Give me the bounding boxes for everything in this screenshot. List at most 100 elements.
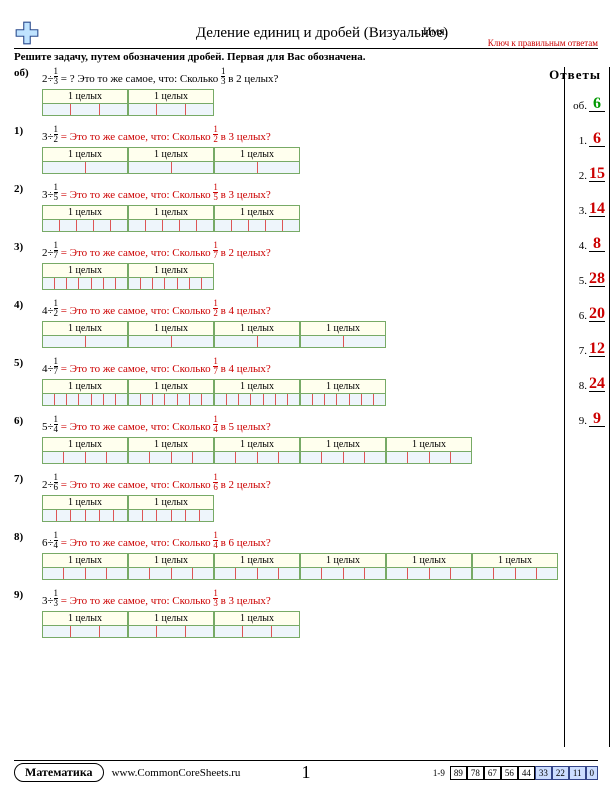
score-strip: 1-9 89786756443322110 (433, 768, 598, 778)
whole-label: 1 целых (215, 206, 299, 220)
answer-row: 6.20 (569, 303, 605, 322)
whole-bar: 1 целых (42, 89, 128, 116)
problem-text: 5÷14 = Это то же самое, что: Сколько 14 … (42, 415, 271, 434)
whole-label: 1 целых (129, 554, 213, 568)
answer-index: 4. (569, 240, 589, 252)
answer-row: 1.6 (569, 128, 605, 147)
whole-label: 1 целых (387, 438, 471, 452)
whole-bar: 1 целых (386, 553, 472, 580)
problem-number: 3) (14, 241, 36, 253)
fraction-segments (215, 220, 299, 231)
problem-text: 3÷13 = Это то же самое, что: Сколько 13 … (42, 589, 271, 608)
answer-row: 4.8 (569, 233, 605, 252)
whole-label: 1 целых (43, 554, 127, 568)
problem-text: 2÷17 = Это то же самое, что: Сколько 17 … (42, 241, 271, 260)
fraction-segments (473, 568, 557, 579)
whole-label: 1 целых (129, 496, 213, 510)
whole-bar: 1 целых (300, 321, 386, 348)
problem: 8)6÷14 = Это то же самое, что: Сколько 1… (14, 531, 558, 580)
sheet-body: об)2÷13 = ? Это то же самое, что: Скольк… (14, 67, 598, 747)
whole-bar: 1 целых (128, 437, 214, 464)
fraction-segments (129, 162, 213, 173)
whole-bar: 1 целых (42, 437, 128, 464)
whole-bar: 1 целых (214, 205, 300, 232)
answer-line: 24 (589, 373, 605, 392)
whole-label: 1 целых (43, 612, 127, 626)
problems-column: об)2÷13 = ? Это то же самое, что: Скольк… (14, 67, 564, 747)
whole-bar: 1 целых (42, 611, 128, 638)
fraction-segments (43, 162, 127, 173)
fraction-segments (129, 104, 213, 115)
fraction-segments (129, 394, 213, 405)
whole-bar: 1 целых (128, 379, 214, 406)
answer-value: 20 (589, 305, 605, 322)
visual-model: 1 целых1 целых (42, 89, 558, 116)
whole-label: 1 целых (43, 206, 127, 220)
visual-model: 1 целых1 целых (42, 263, 558, 290)
score-cell: 67 (484, 766, 501, 780)
problem-text: 2÷13 = ? Это то же самое, что: Сколько 1… (42, 67, 278, 86)
problem-number: 1) (14, 125, 36, 137)
visual-model: 1 целых1 целых1 целых (42, 205, 558, 232)
problem: 3) 2÷17 = Это то же самое, что: Сколько 1… (14, 241, 558, 290)
whole-bar: 1 целых (42, 553, 128, 580)
visual-model: 1 целых1 целых1 целых (42, 611, 558, 638)
problem-number: 9) (14, 589, 36, 601)
problem-number: 5) (14, 357, 36, 369)
whole-bar: 1 целых (128, 321, 214, 348)
whole-label: 1 целых (301, 554, 385, 568)
whole-bar: 1 целых (128, 553, 214, 580)
whole-label: 1 целых (43, 264, 127, 278)
whole-bar: 1 целых (214, 437, 300, 464)
fraction-segments (215, 568, 299, 579)
answer-value: 8 (593, 235, 601, 252)
fraction-segments (43, 394, 127, 405)
answer-index: об. (569, 100, 589, 112)
whole-label: 1 целых (43, 322, 127, 336)
answer-index: 2. (569, 170, 589, 182)
whole-bar: 1 целых (42, 147, 128, 174)
answer-value: 24 (589, 375, 605, 392)
whole-label: 1 целых (129, 148, 213, 162)
answer-value: 28 (589, 270, 605, 287)
whole-label: 1 целых (301, 438, 385, 452)
problem-text: 4÷17 = Это то же самое, что: Сколько 17 … (42, 357, 271, 376)
fraction-segments (301, 568, 385, 579)
answer-value: 12 (589, 340, 605, 357)
whole-label: 1 целых (129, 322, 213, 336)
whole-label: 1 целых (473, 554, 557, 568)
answer-line: 15 (589, 163, 605, 182)
problem: 2)3÷15 = Это то же самое, что: Сколько 1… (14, 183, 558, 232)
whole-bar: 1 целых (128, 495, 214, 522)
score-cell: 78 (467, 766, 484, 780)
answer-index: 5. (569, 275, 589, 287)
footer: Математика www.CommonCoreSheets.ru 1 1-9… (14, 760, 598, 782)
answer-line: 9 (589, 408, 605, 427)
subject-badge: Математика (14, 763, 104, 782)
whole-label: 1 целых (43, 438, 127, 452)
problem-number: 4) (14, 299, 36, 311)
fraction-segments (129, 336, 213, 347)
whole-bar: 1 целых (42, 379, 128, 406)
answer-value: 6 (593, 95, 601, 112)
fraction-segments (129, 568, 213, 579)
visual-model: 1 целых1 целых1 целых1 целых (42, 321, 558, 348)
problem: 9) 3÷13 = Это то же самое, что: Сколько 1… (14, 589, 558, 638)
whole-bar: 1 целых (214, 147, 300, 174)
whole-bar: 1 целых (214, 553, 300, 580)
whole-label: 1 целых (215, 612, 299, 626)
whole-bar: 1 целых (472, 553, 558, 580)
answer-index: 3. (569, 205, 589, 217)
header: Деление единиц и дробей (Визуальное) Имя… (14, 20, 598, 49)
whole-label: 1 целых (43, 380, 127, 394)
answer-index: 9. (569, 415, 589, 427)
visual-model: 1 целых1 целых1 целых1 целых1 целых1 цел… (42, 553, 558, 580)
whole-bar: 1 целых (300, 553, 386, 580)
fraction-segments (43, 510, 127, 521)
fraction-segments (43, 220, 127, 231)
problem-number: 8) (14, 531, 36, 543)
answer-row: 3.14 (569, 198, 605, 217)
whole-bar: 1 целых (42, 321, 128, 348)
fraction-segments (43, 452, 127, 463)
whole-label: 1 целых (215, 380, 299, 394)
